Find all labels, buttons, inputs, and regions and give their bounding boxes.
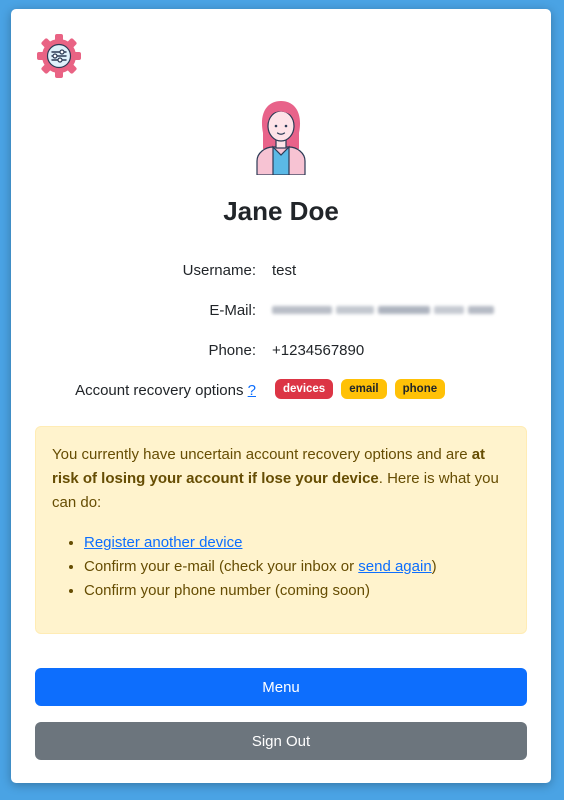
email-value-redacted (272, 302, 494, 322)
recovery-options-text: Account recovery options (75, 382, 244, 399)
recovery-options-row: Account recovery options ? devices email… (11, 379, 551, 406)
register-device-link[interactable]: Register another device (84, 534, 242, 551)
female-user-avatar-icon (253, 99, 309, 176)
badge-email: email (341, 379, 387, 399)
list-item: Register another device (84, 531, 510, 555)
confirm-phone-text: Confirm your phone number (coming soon) (84, 582, 370, 599)
settings-gear-icon[interactable] (35, 32, 83, 80)
phone-row: Phone: +1234567890 (11, 342, 551, 366)
recovery-badges: devices email phone (275, 379, 446, 399)
menu-button[interactable]: Menu (35, 668, 527, 706)
badge-devices: devices (275, 379, 334, 399)
confirm-email-text: Confirm your e-mail (check your inbox or (84, 558, 359, 575)
alert-message: You currently have uncertain account rec… (52, 443, 510, 515)
recovery-help-link[interactable]: ? (248, 382, 256, 399)
email-row: E-Mail: (11, 302, 551, 326)
phone-label: Phone: (208, 342, 256, 359)
alert-action-list: Register another device Confirm your e-m… (52, 531, 510, 603)
email-label: E-Mail: (209, 302, 256, 319)
confirm-email-text-end: ) (431, 558, 437, 575)
sign-out-button[interactable]: Sign Out (35, 722, 527, 760)
profile-card: Jane Doe Username: test E-Mail: Phone: +… (11, 9, 551, 783)
username-row: Username: test (11, 262, 551, 286)
username-value: test (272, 262, 297, 279)
recovery-options-label: Account recovery options ? (75, 382, 256, 399)
phone-value: +1234567890 (272, 342, 365, 359)
alert-text-1: You currently have uncertain account rec… (52, 446, 472, 463)
username-label: Username: (182, 262, 256, 279)
list-item: Confirm your phone number (coming soon) (84, 579, 510, 603)
user-full-name: Jane Doe (223, 196, 339, 226)
recovery-warning-alert: You currently have uncertain account rec… (35, 426, 527, 634)
badge-phone: phone (394, 379, 446, 399)
send-again-link[interactable]: send again (358, 558, 431, 575)
list-item: Confirm your e-mail (check your inbox or… (84, 555, 510, 579)
